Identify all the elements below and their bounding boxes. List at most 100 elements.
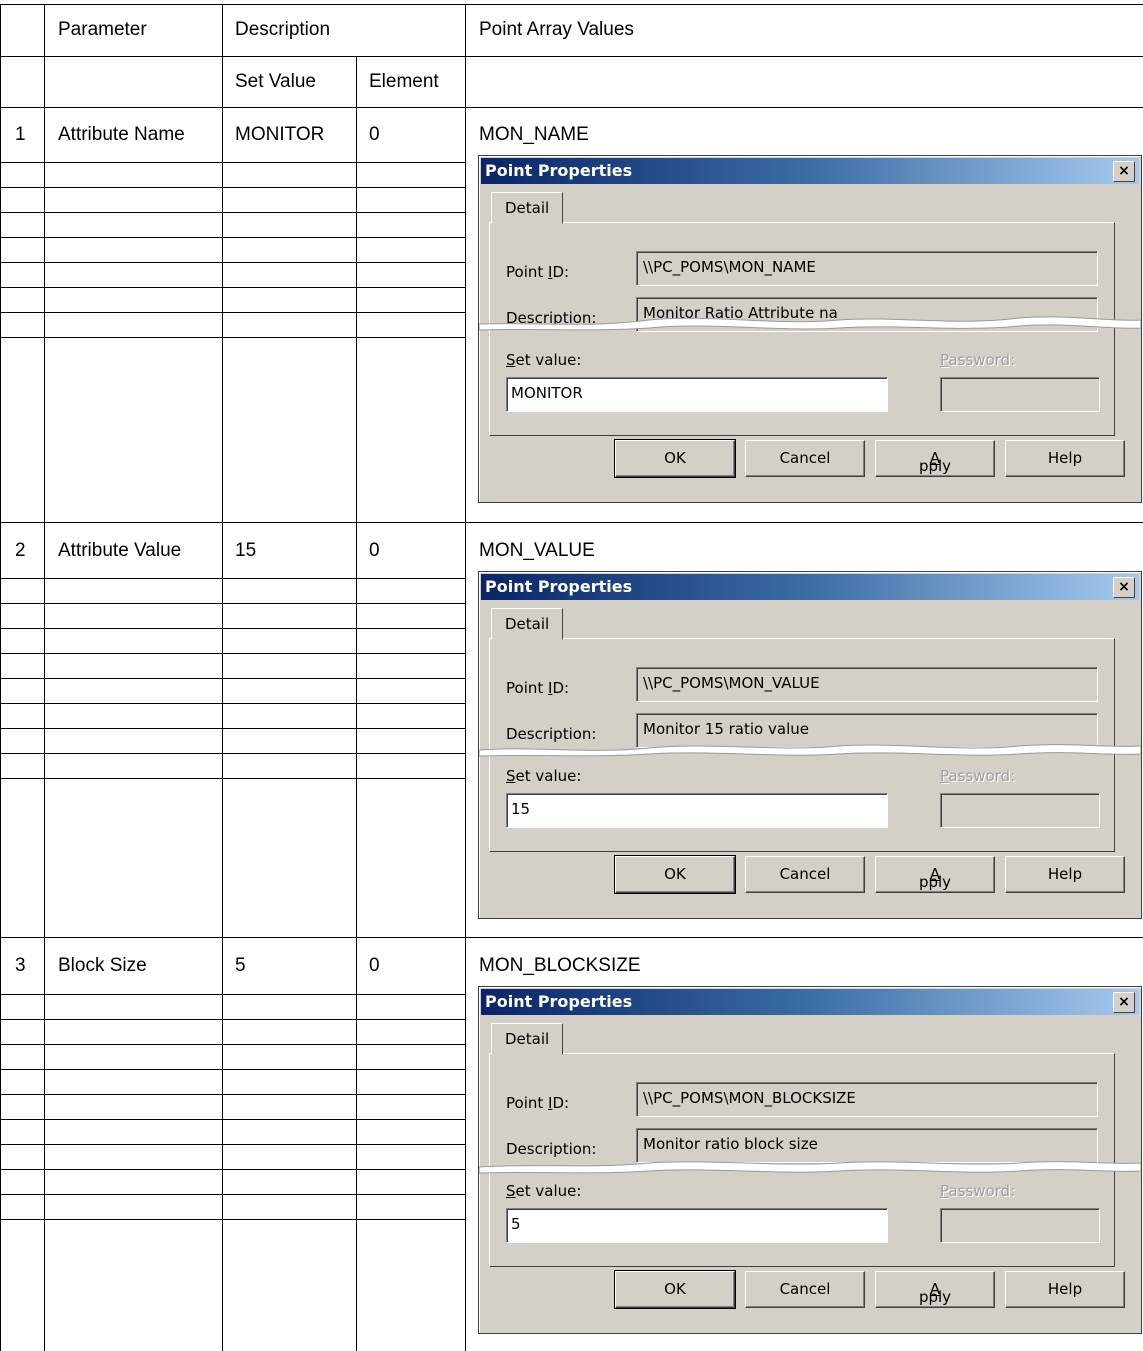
ok-button[interactable]: OK — [614, 855, 736, 894]
grid-line — [0, 1044, 465, 1045]
row-number: 1 — [15, 124, 26, 145]
set-value-input[interactable]: MONITOR — [506, 377, 888, 412]
row-parameter: Block Size — [58, 955, 147, 976]
grid-line — [0, 237, 465, 238]
label-text: D: — [552, 1094, 570, 1112]
tab-label: Detail — [505, 615, 550, 633]
button-label: Help — [1047, 865, 1083, 883]
row-point-name: MON_VALUE — [479, 540, 595, 561]
subheader-element: Element — [369, 71, 439, 92]
help-button[interactable]: Help — [1005, 856, 1125, 893]
grid-line — [0, 337, 465, 338]
grid-line — [0, 107, 1143, 108]
grid-line — [0, 1019, 465, 1020]
torn-edge — [479, 744, 1141, 757]
point-id-value: \\PC_POMS\MON_VALUE — [643, 674, 820, 692]
label-text: et value: — [515, 1182, 582, 1200]
set-value-input[interactable]: 5 — [506, 1208, 888, 1243]
apply-button[interactable]: Apply — [875, 856, 995, 893]
description-value: Monitor ratio block size — [643, 1135, 818, 1153]
label-text: Point — [506, 1094, 549, 1112]
apply-button[interactable]: Apply — [875, 440, 995, 477]
help-button[interactable]: Help — [1005, 1271, 1125, 1308]
label-text: pply — [918, 1288, 952, 1306]
row-point-name: MON_NAME — [479, 124, 589, 145]
grid-line — [0, 262, 465, 263]
grid-line — [0, 1219, 465, 1220]
ok-button[interactable]: OK — [614, 439, 736, 478]
set-value-label: Set value: — [506, 351, 581, 369]
grid-line — [0, 937, 1143, 938]
grid-line — [0, 312, 465, 313]
grid-line — [0, 4, 1143, 5]
set-value-input[interactable]: 15 — [506, 793, 888, 828]
label-text: assword: — [948, 1182, 1016, 1200]
point-id-label: Point ID: — [506, 679, 569, 697]
grid-line — [0, 778, 465, 779]
row-number: 3 — [15, 955, 26, 976]
grid-line — [0, 703, 465, 704]
password-input — [940, 793, 1100, 828]
button-label: Cancel — [779, 449, 831, 467]
set-value-label: Set value: — [506, 1182, 581, 1200]
dialog-title-bar: Point Properties × — [481, 989, 1139, 1015]
row-element: 0 — [369, 955, 380, 976]
grid-line — [0, 578, 465, 579]
tab-detail[interactable]: Detail — [491, 192, 563, 224]
point-id-field: \\PC_POMS\MON_VALUE — [636, 667, 1098, 702]
cancel-button[interactable]: Cancel — [745, 856, 865, 893]
grid-line — [0, 1144, 465, 1145]
point-properties-dialog: Point Properties × Detail Point ID: \\PC… — [478, 155, 1142, 503]
header-parameter: Parameter — [58, 19, 147, 40]
close-icon[interactable]: × — [1113, 161, 1135, 182]
grid-line — [0, 728, 465, 729]
close-icon[interactable]: × — [1113, 992, 1135, 1013]
row-number: 2 — [15, 540, 26, 561]
grid-line — [465, 4, 466, 1351]
point-id-label: Point ID: — [506, 263, 569, 281]
tab-detail[interactable]: Detail — [491, 608, 563, 640]
point-properties-dialog: Point Properties × Detail Point ID: \\PC… — [478, 986, 1142, 1334]
password-label: Password: — [940, 767, 1015, 785]
label-text: D: — [552, 263, 570, 281]
row-parameter: Attribute Value — [58, 540, 182, 561]
row-point-name: MON_BLOCKSIZE — [479, 955, 641, 976]
grid-line — [0, 628, 465, 629]
cancel-button[interactable]: Cancel — [745, 1271, 865, 1308]
label-text: pply — [918, 873, 952, 891]
header-point-array-values: Point Array Values — [479, 19, 634, 40]
set-value-text: 5 — [511, 1215, 521, 1233]
label-accelerator: S — [506, 351, 516, 369]
cancel-button[interactable]: Cancel — [745, 440, 865, 477]
button-label: Apply — [876, 1280, 994, 1306]
point-properties-dialog: Point Properties × Detail Point ID: \\PC… — [478, 571, 1142, 919]
row-set-value: 5 — [235, 955, 246, 976]
row-set-value: MONITOR — [235, 124, 325, 145]
help-button[interactable]: Help — [1005, 440, 1125, 477]
torn-edge — [479, 1161, 1141, 1174]
tab-detail[interactable]: Detail — [491, 1023, 563, 1055]
ok-button[interactable]: OK — [614, 1270, 736, 1309]
label-accelerator: S — [506, 1182, 516, 1200]
grid-line — [0, 994, 465, 995]
description-value: Monitor 15 ratio value — [643, 720, 809, 738]
button-label: Help — [1047, 449, 1083, 467]
close-icon[interactable]: × — [1113, 577, 1135, 598]
point-id-label: Point ID: — [506, 1094, 569, 1112]
grid-line — [0, 1169, 465, 1170]
label-text: Point — [506, 679, 549, 697]
grid-line — [0, 1194, 465, 1195]
point-id-field: \\PC_POMS\MON_BLOCKSIZE — [636, 1082, 1098, 1117]
row-element: 0 — [369, 540, 380, 561]
apply-button[interactable]: Apply — [875, 1271, 995, 1308]
grid-line — [0, 753, 465, 754]
point-id-value: \\PC_POMS\MON_BLOCKSIZE — [643, 1089, 856, 1107]
grid-line — [0, 187, 465, 188]
button-label: OK — [664, 865, 686, 883]
grid-line — [0, 653, 465, 654]
dialog-title-bar: Point Properties × — [481, 158, 1139, 184]
row-parameter: Attribute Name — [58, 124, 185, 145]
row-element: 0 — [369, 124, 380, 145]
subheader-set-value: Set Value — [235, 71, 316, 92]
torn-edge — [479, 316, 1141, 331]
